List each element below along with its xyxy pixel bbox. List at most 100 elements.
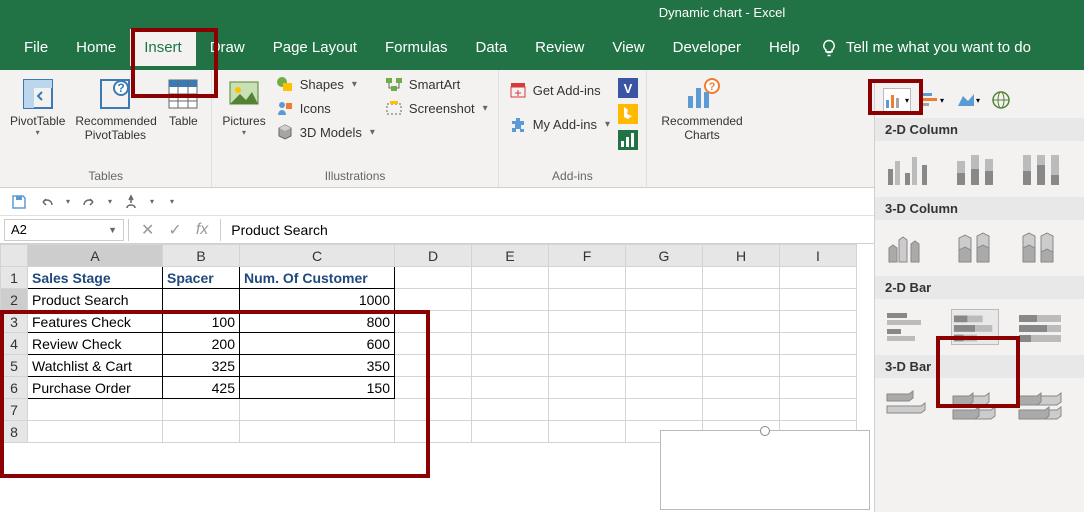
cell[interactable]: [395, 399, 472, 421]
my-addins-button[interactable]: My Add-ins ▾: [507, 114, 612, 134]
cell[interactable]: [703, 355, 780, 377]
name-box[interactable]: A2 ▼: [4, 219, 124, 241]
cell[interactable]: [549, 267, 626, 289]
cell[interactable]: [549, 399, 626, 421]
col-header-d[interactable]: D: [395, 245, 472, 267]
cell[interactable]: [472, 421, 549, 443]
cell-a4[interactable]: Review Check: [28, 333, 163, 355]
cell[interactable]: [549, 311, 626, 333]
cell[interactable]: [395, 333, 472, 355]
cell[interactable]: [703, 399, 780, 421]
3d-stacked-column-thumb[interactable]: [951, 230, 999, 266]
fx-icon[interactable]: fx: [196, 221, 208, 239]
cell[interactable]: [703, 267, 780, 289]
100-stacked-column-thumb[interactable]: [1017, 151, 1065, 187]
cell-c1[interactable]: Num. Of Customer: [240, 267, 395, 289]
cell[interactable]: [395, 311, 472, 333]
cell[interactable]: [626, 333, 703, 355]
row-header-6[interactable]: 6: [1, 377, 28, 399]
select-all-corner[interactable]: [1, 245, 28, 267]
cell[interactable]: [626, 399, 703, 421]
cell[interactable]: [626, 311, 703, 333]
stacked-column-thumb[interactable]: [951, 151, 999, 187]
cell-c2[interactable]: 1000: [240, 289, 395, 311]
col-header-h[interactable]: H: [703, 245, 780, 267]
row-header-4[interactable]: 4: [1, 333, 28, 355]
cell-c5[interactable]: 350: [240, 355, 395, 377]
3d-models-button[interactable]: 3D Models ▾: [274, 122, 377, 142]
cell[interactable]: [163, 399, 240, 421]
cell[interactable]: [395, 355, 472, 377]
cell[interactable]: [780, 289, 857, 311]
cell-b5[interactable]: 325: [163, 355, 240, 377]
save-button[interactable]: [10, 193, 28, 211]
recommended-charts-button[interactable]: ? Recommended Charts: [655, 74, 749, 145]
visio-icon[interactable]: V: [618, 78, 638, 98]
cell[interactable]: [28, 421, 163, 443]
3d-100-stacked-bar-thumb[interactable]: [1017, 388, 1065, 424]
people-graph-icon[interactable]: [618, 130, 638, 150]
recommended-pivottables-button[interactable]: ? Recommended PivotTables: [73, 74, 157, 145]
tab-draw[interactable]: Draw: [196, 29, 259, 66]
cell[interactable]: [626, 355, 703, 377]
col-header-g[interactable]: G: [626, 245, 703, 267]
undo-button[interactable]: [38, 193, 56, 211]
cell[interactable]: [703, 289, 780, 311]
bing-icon[interactable]: [618, 104, 638, 124]
col-header-a[interactable]: A: [28, 245, 163, 267]
cell-c3[interactable]: 800: [240, 311, 395, 333]
touch-mode-button[interactable]: [122, 193, 140, 211]
cell-a3[interactable]: Features Check: [28, 311, 163, 333]
cell[interactable]: [703, 311, 780, 333]
col-header-i[interactable]: I: [780, 245, 857, 267]
tell-me[interactable]: Tell me what you want to do: [820, 39, 1031, 57]
cell-b1[interactable]: Spacer: [163, 267, 240, 289]
tab-page-layout[interactable]: Page Layout: [259, 29, 371, 66]
3d-clustered-column-thumb[interactable]: [885, 230, 933, 266]
cell[interactable]: [240, 399, 395, 421]
shapes-button[interactable]: Shapes ▾: [274, 74, 377, 94]
table-button[interactable]: Table: [163, 74, 203, 130]
cell[interactable]: [472, 333, 549, 355]
cell[interactable]: [780, 333, 857, 355]
screenshot-button[interactable]: Screenshot ▾: [383, 98, 490, 118]
clustered-bar-thumb[interactable]: [885, 309, 933, 345]
cell[interactable]: [163, 421, 240, 443]
cell[interactable]: [549, 355, 626, 377]
cell[interactable]: [626, 377, 703, 399]
clustered-column-thumb[interactable]: [885, 151, 933, 187]
cell-b2[interactable]: [163, 289, 240, 311]
undo-dropdown[interactable]: ▾: [66, 197, 70, 206]
cell-c4[interactable]: 600: [240, 333, 395, 355]
cell-a1[interactable]: Sales Stage: [28, 267, 163, 289]
cell[interactable]: [780, 267, 857, 289]
cell[interactable]: [549, 421, 626, 443]
cell[interactable]: [549, 377, 626, 399]
redo-button[interactable]: [80, 193, 98, 211]
tab-home[interactable]: Home: [62, 29, 130, 66]
tab-review[interactable]: Review: [521, 29, 598, 66]
enter-icon[interactable]: ✓: [168, 220, 181, 240]
chart-resize-handle[interactable]: [760, 426, 770, 436]
3d-100-stacked-column-thumb[interactable]: [1017, 230, 1065, 266]
cell[interactable]: [395, 377, 472, 399]
cell[interactable]: [626, 289, 703, 311]
row-header-7[interactable]: 7: [1, 399, 28, 421]
cell[interactable]: [395, 289, 472, 311]
redo-dropdown[interactable]: ▾: [108, 197, 112, 206]
cell[interactable]: [240, 421, 395, 443]
cell-b6[interactable]: 425: [163, 377, 240, 399]
cell-a2[interactable]: Product Search: [28, 289, 163, 311]
tab-insert[interactable]: Insert: [130, 29, 196, 66]
pictures-button[interactable]: Pictures ▾: [220, 74, 267, 140]
cell[interactable]: [780, 377, 857, 399]
cell[interactable]: [549, 289, 626, 311]
tab-file[interactable]: File: [10, 29, 62, 66]
cell[interactable]: [780, 311, 857, 333]
3d-clustered-bar-thumb[interactable]: [885, 388, 933, 424]
cell[interactable]: [472, 399, 549, 421]
3d-stacked-bar-thumb[interactable]: [951, 388, 999, 424]
cell-b3[interactable]: 100: [163, 311, 240, 333]
cell[interactable]: [28, 399, 163, 421]
cell[interactable]: [472, 355, 549, 377]
